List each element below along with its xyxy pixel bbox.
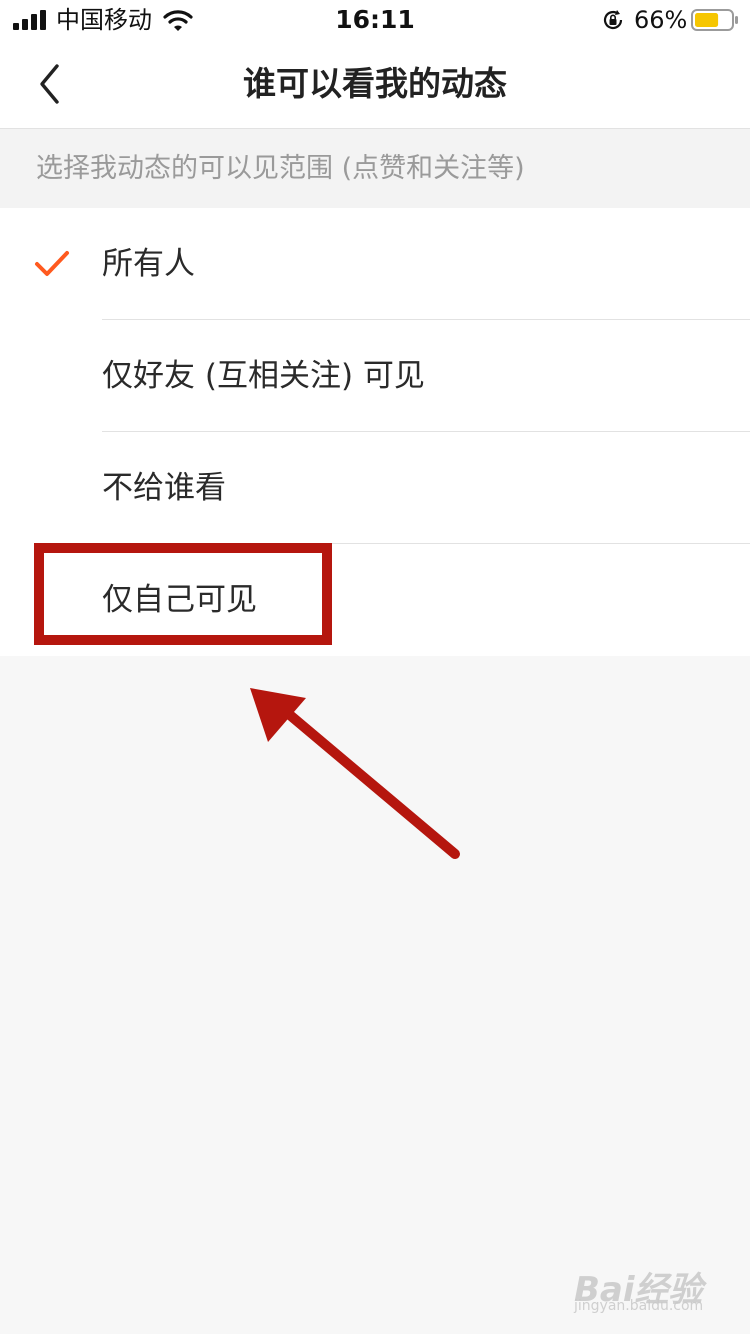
- page-title: 谁可以看我的动态: [243, 64, 507, 103]
- navigation-bar: 谁可以看我的动态: [0, 40, 750, 129]
- watermark-url: jingyan.baidu.com: [574, 1298, 704, 1314]
- status-bar: 中国移动 16:11 66%: [0, 0, 750, 40]
- visibility-options-list: 所有人 仅好友 (互相关注) 可见 不给谁看 仅自己可见: [0, 208, 750, 656]
- battery-percent: 66%: [634, 6, 688, 34]
- option-everyone[interactable]: 所有人: [0, 208, 750, 320]
- option-label: 仅自己可见: [102, 582, 257, 618]
- rotation-lock-icon: [603, 10, 623, 30]
- section-header-text: 选择我动态的可以见范围 (点赞和关注等): [36, 153, 525, 184]
- option-label: 所有人: [102, 246, 195, 282]
- battery-icon: [691, 9, 738, 31]
- option-hide-from[interactable]: 不给谁看: [0, 432, 750, 544]
- option-label: 仅好友 (互相关注) 可见: [102, 358, 425, 394]
- option-friends-only[interactable]: 仅好友 (互相关注) 可见: [0, 320, 750, 432]
- section-header: 选择我动态的可以见范围 (点赞和关注等): [0, 129, 750, 208]
- checkmark-icon: [35, 251, 69, 276]
- baidu-jingyan-watermark: Bai经验 jingyan.baidu.com: [574, 1252, 714, 1322]
- option-only-me[interactable]: 仅自己可见: [0, 544, 750, 656]
- option-label: 不给谁看: [102, 470, 226, 506]
